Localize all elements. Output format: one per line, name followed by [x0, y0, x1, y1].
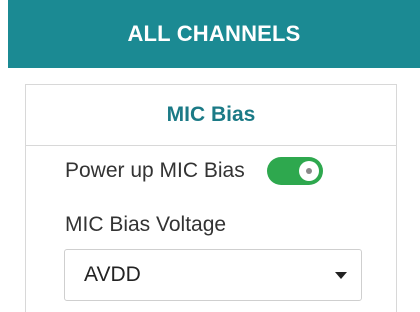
panel-title: MIC Bias: [26, 85, 396, 146]
channels-header-title: ALL CHANNELS: [127, 21, 301, 46]
power-up-toggle[interactable]: [266, 157, 323, 185]
mic-bias-voltage-label: MIC Bias Voltage: [65, 213, 227, 236]
mic-bias-voltage-value: AVDD: [84, 263, 141, 286]
toggle-knob-dot: [305, 168, 312, 174]
toggle-knob: [298, 161, 319, 181]
channels-header: ALL CHANNELS: [8, 0, 420, 68]
power-up-label: Power up MIC Bias: [65, 159, 245, 182]
chevron-down-icon: [335, 272, 347, 279]
panel-title-text: MIC Bias: [166, 103, 256, 126]
mic-bias-panel: MIC Bias Power up MIC Bias MIC Bias Volt…: [25, 84, 397, 312]
power-up-row: Power up MIC Bias: [65, 157, 323, 185]
mic-bias-voltage-select[interactable]: AVDD: [64, 249, 362, 301]
